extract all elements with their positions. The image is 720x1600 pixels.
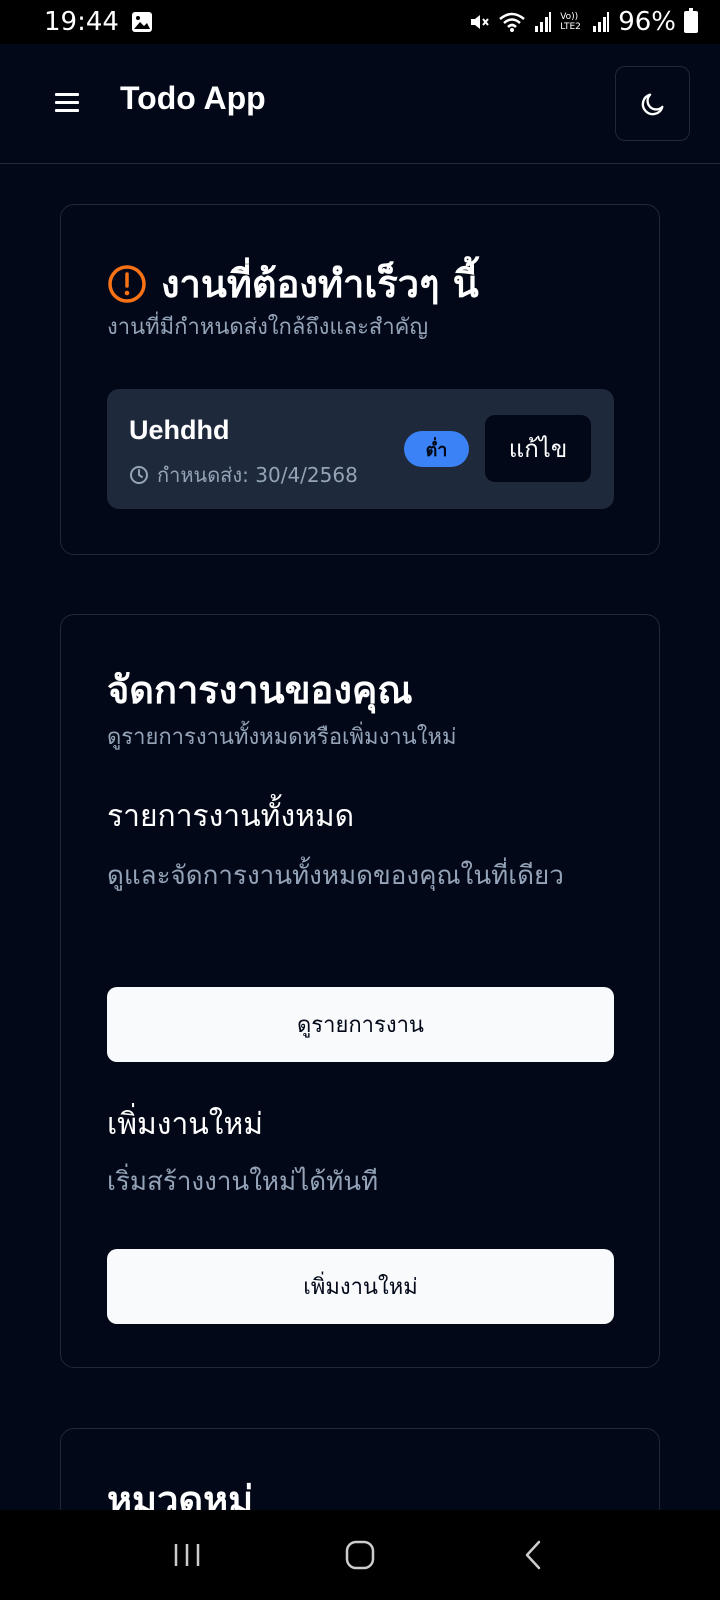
urgent-title-text: งานที่ต้องทำเร็วๆ นี้ (161, 262, 479, 306)
view-tasks-button[interactable]: ดูรายการงาน (107, 987, 614, 1062)
urgent-title: งานที่ต้องทำเร็วๆ นี้ (107, 253, 479, 314)
home-icon (345, 1540, 375, 1570)
task-due-text: กำหนดส่ง: 30/4/2568 (157, 463, 358, 487)
status-bar: 19:44 Vo)) LTE2 96% (0, 0, 720, 44)
clock-icon (130, 466, 148, 484)
task-item[interactable]: Uehdhd กำหนดส่ง: 30/4/2568 ต่ำ แก้ไข (107, 389, 614, 509)
home-button[interactable] (330, 1525, 390, 1585)
recent-apps-button[interactable] (157, 1525, 217, 1585)
system-nav-bar (0, 1510, 720, 1600)
edit-button[interactable]: แก้ไข (485, 415, 591, 482)
urgent-tasks-card: งานที่ต้องทำเร็วๆ นี้ งานที่มีกำหนดส่งใก… (60, 204, 660, 555)
moon-icon (641, 93, 663, 115)
alert-circle-icon (108, 264, 146, 303)
mute-icon (471, 15, 489, 29)
signal-icon-2 (593, 12, 610, 32)
theme-toggle-button[interactable] (615, 66, 690, 141)
all-tasks-title: รายการงานทั้งหมด (107, 799, 355, 834)
manage-tasks-card: จัดการงานของคุณ ดูรายการงานทั้งหมดหรือเพ… (60, 614, 660, 1368)
manage-subtitle: ดูรายการงานทั้งหมดหรือเพิ่มงานใหม่ (107, 725, 457, 750)
hamburger-icon[interactable] (52, 90, 82, 118)
back-button[interactable] (503, 1525, 563, 1585)
new-task-title: เพิ่มงานใหม่ (107, 1107, 264, 1142)
priority-badge: ต่ำ (404, 431, 469, 467)
status-left: 19:44 (44, 7, 153, 37)
battery-icon (684, 8, 698, 33)
task-due: กำหนดส่ง: 30/4/2568 (129, 459, 358, 491)
task-name: Uehdhd (129, 415, 230, 445)
battery-level: 96% (618, 7, 676, 37)
app-header: Todo App (0, 44, 720, 164)
urgent-subtitle: งานที่มีกำหนดส่งใกล้ถึงและสำคัญ (107, 315, 429, 340)
app-title: Todo App (120, 80, 266, 116)
all-tasks-description: ดูและจัดการงานทั้งหมดของคุณในที่เดียว (107, 861, 564, 891)
network-label: Vo)) LTE2 (560, 12, 581, 32)
back-icon (526, 1540, 541, 1570)
signal-icon (535, 12, 552, 32)
wifi-icon (499, 12, 526, 32)
status-time: 19:44 (44, 7, 119, 37)
add-task-button[interactable]: เพิ่มงานใหม่ (107, 1249, 614, 1324)
new-task-description: เริ่มสร้างงานใหม่ได้ทันที (107, 1167, 379, 1197)
recent-apps-icon (174, 1544, 199, 1566)
manage-title: จัดการงานของคุณ (107, 668, 413, 712)
status-right: Vo)) LTE2 96% (468, 7, 698, 37)
gallery-notification-icon (131, 12, 152, 32)
